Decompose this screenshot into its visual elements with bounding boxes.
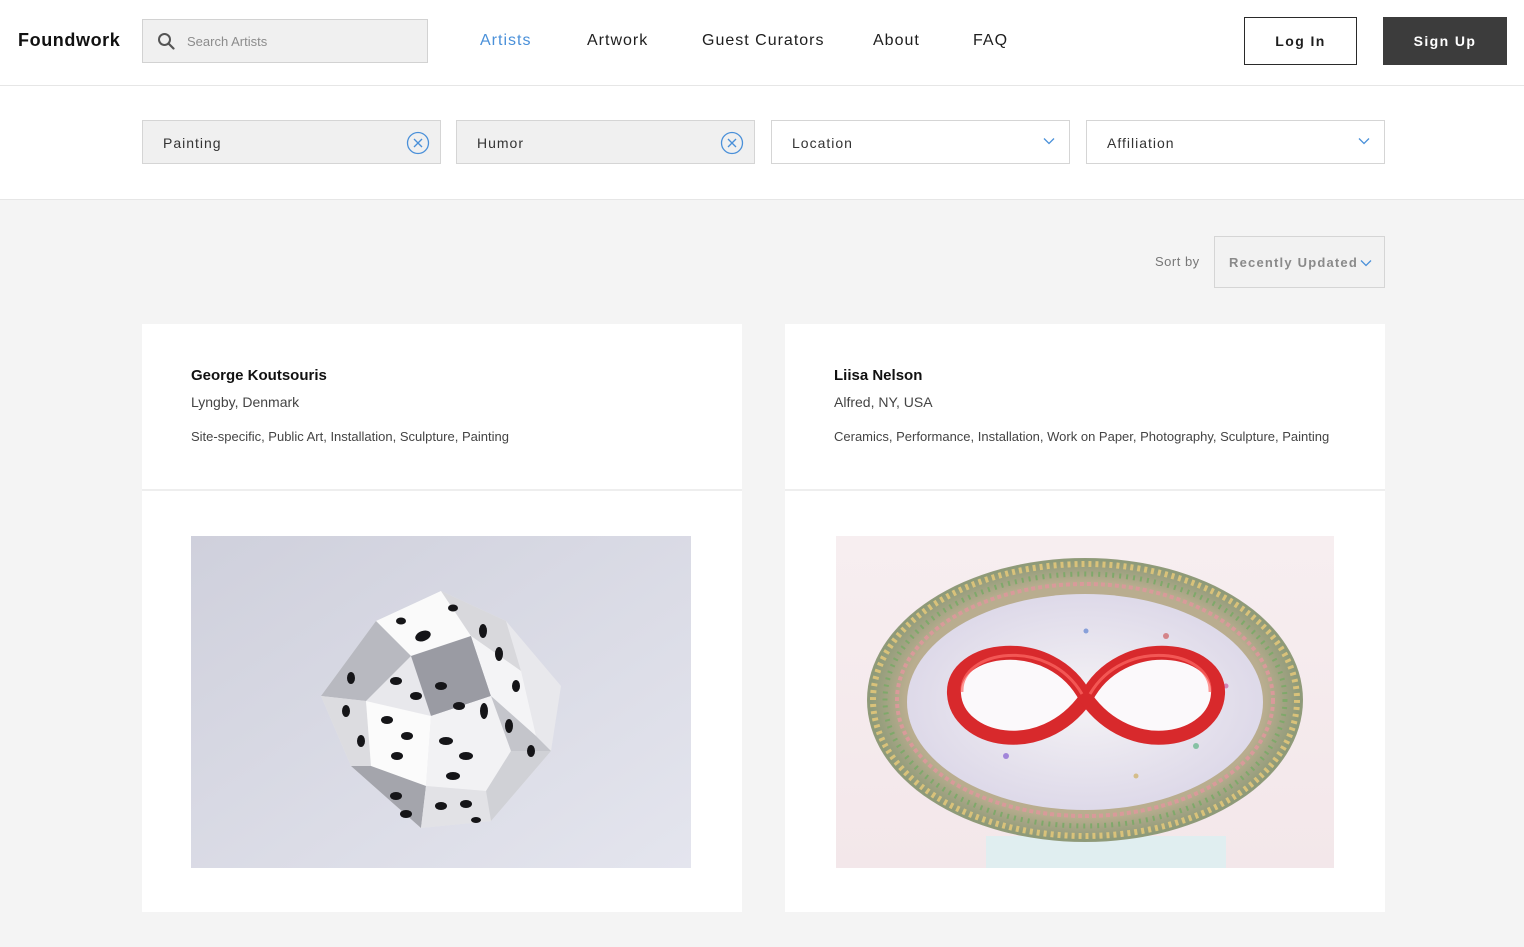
location-dropdown-label: Location: [792, 135, 853, 151]
artwork-image[interactable]: [191, 536, 691, 868]
artist-card-info: Liisa Nelson Alfred, NY, USA Ceramics, P…: [785, 324, 1385, 491]
artist-media: Site-specific, Public Art, Installation,…: [191, 429, 509, 444]
artist-card[interactable]: George Koutsouris Lyngby, Denmark Site-s…: [142, 324, 742, 912]
artist-location: Lyngby, Denmark: [191, 394, 300, 410]
sort-value: Recently Updated: [1229, 255, 1359, 270]
search-input[interactable]: [187, 20, 423, 62]
chevron-down-icon: [1043, 138, 1055, 145]
signup-button[interactable]: Sign Up: [1383, 17, 1507, 65]
clear-filter-icon[interactable]: [406, 131, 430, 155]
artwork-image[interactable]: [836, 536, 1334, 868]
chevron-down-icon: [1358, 138, 1370, 145]
filter-bar: Painting Humor Location Affiliation: [0, 86, 1524, 200]
sort-dropdown[interactable]: Recently Updated: [1214, 236, 1385, 288]
search-box[interactable]: [142, 19, 428, 63]
clear-filter-icon[interactable]: [720, 131, 744, 155]
site-header: Foundwork Artists Artwork Guest Curators…: [0, 0, 1524, 86]
nav-about[interactable]: About: [873, 32, 920, 50]
site-logo[interactable]: Foundwork: [18, 30, 120, 51]
search-icon: [158, 33, 175, 50]
filter-chip-label: Painting: [163, 135, 222, 151]
ceramic-mask-icon: [836, 536, 1334, 868]
artist-name[interactable]: Liisa Nelson: [834, 367, 922, 384]
nav-artwork[interactable]: Artwork: [587, 32, 648, 50]
chevron-down-icon: [1360, 260, 1372, 267]
affiliation-dropdown[interactable]: Affiliation: [1086, 120, 1385, 164]
login-button[interactable]: Log In: [1244, 17, 1357, 65]
dice-sculpture-icon: [191, 536, 691, 868]
nav-artists[interactable]: Artists: [480, 32, 531, 50]
filter-chip-label: Humor: [477, 135, 525, 151]
artist-name[interactable]: George Koutsouris: [191, 367, 327, 384]
filter-chip-humor: Humor: [456, 120, 755, 164]
sort-label: Sort by: [1155, 254, 1200, 269]
artist-location: Alfred, NY, USA: [834, 394, 933, 410]
nav-guest-curators[interactable]: Guest Curators: [702, 32, 824, 50]
location-dropdown[interactable]: Location: [771, 120, 1070, 164]
nav-faq[interactable]: FAQ: [973, 32, 1008, 50]
filter-chip-painting: Painting: [142, 120, 441, 164]
affiliation-dropdown-label: Affiliation: [1107, 135, 1175, 151]
artist-card-info: George Koutsouris Lyngby, Denmark Site-s…: [142, 324, 742, 491]
artist-media: Ceramics, Performance, Installation, Wor…: [834, 429, 1330, 444]
artist-card[interactable]: Liisa Nelson Alfred, NY, USA Ceramics, P…: [785, 324, 1385, 912]
